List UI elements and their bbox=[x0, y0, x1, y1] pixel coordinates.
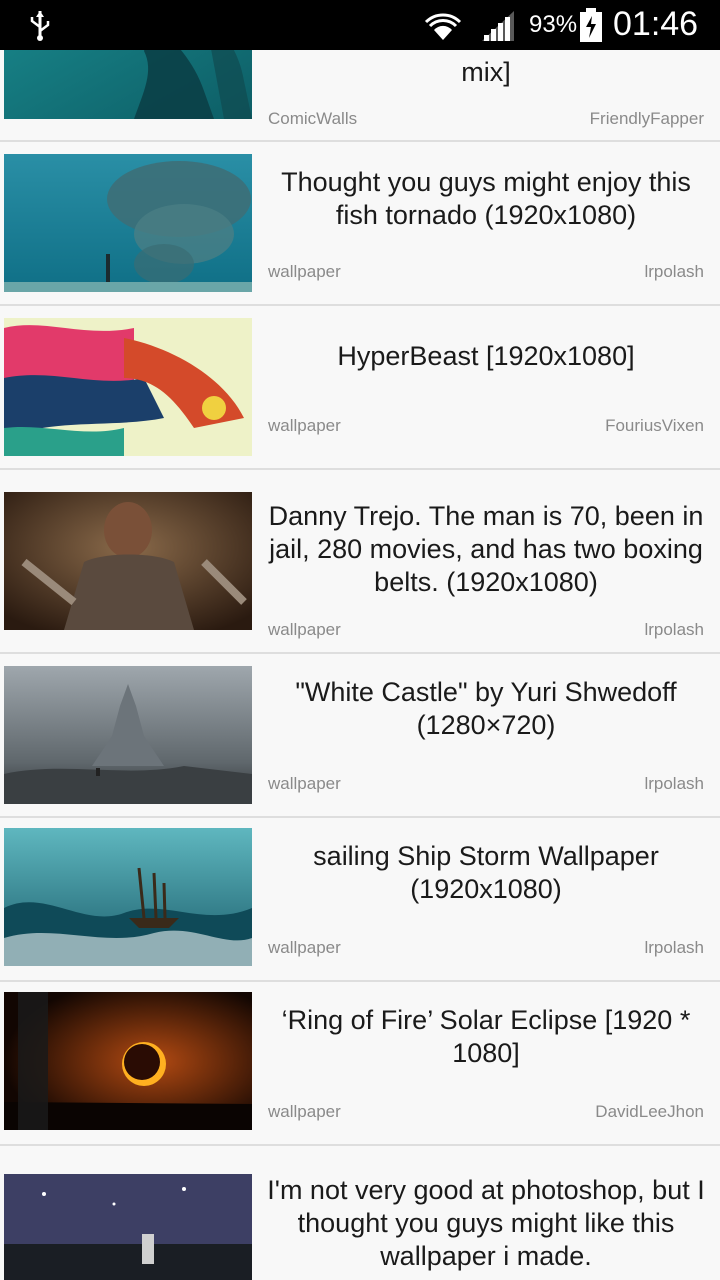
post-title[interactable]: sailing Ship Storm Wallpaper (1920x1080) bbox=[264, 840, 708, 906]
post-author[interactable]: FriendlyFapper bbox=[590, 109, 704, 129]
signal-icon bbox=[482, 11, 514, 41]
post-row[interactable]: Thought you guys might enjoy this fish t… bbox=[0, 142, 720, 306]
battery-percentage: 93% bbox=[529, 11, 578, 38]
battery-charging-icon bbox=[580, 8, 602, 42]
usb-icon bbox=[30, 11, 50, 41]
post-subreddit[interactable]: wallpaper bbox=[268, 620, 341, 640]
post-author[interactable]: lrpolash bbox=[644, 620, 704, 640]
post-author[interactable]: lrpolash bbox=[644, 938, 704, 958]
post-subreddit[interactable]: wallpaper bbox=[268, 416, 341, 436]
danny-trejo-thumbnail[interactable] bbox=[4, 492, 252, 630]
post-title[interactable]: ‘Ring of Fire’ Solar Eclipse [1920 * 108… bbox=[264, 1004, 708, 1070]
post-title[interactable]: Danny Trejo. The man is 70, been in jail… bbox=[264, 500, 708, 599]
post-subreddit[interactable]: wallpaper bbox=[268, 938, 341, 958]
status-bar: 93% 01:46 bbox=[0, 0, 720, 50]
post-row[interactable]: I'm not very good at photoshop, but I th… bbox=[0, 1146, 720, 1280]
post-row[interactable]: ‘Ring of Fire’ Solar Eclipse [1920 * 108… bbox=[0, 982, 720, 1146]
post-title[interactable]: HyperBeast [1920x1080] bbox=[264, 340, 708, 373]
post-subreddit[interactable]: wallpaper bbox=[268, 1102, 341, 1122]
post-title[interactable]: "White Castle" by Yuri Shwedoff (1280×72… bbox=[264, 676, 708, 742]
sailing-ship-thumbnail[interactable] bbox=[4, 828, 252, 966]
hyperbeast-thumbnail[interactable] bbox=[4, 318, 252, 456]
post-title[interactable]: I'm not very good at photoshop, but I th… bbox=[264, 1174, 708, 1273]
post-row[interactable]: sailing Ship Storm Wallpaper (1920x1080)… bbox=[0, 818, 720, 982]
post-author[interactable]: DavidLeeJhon bbox=[595, 1102, 704, 1122]
post-title[interactable]: Thought you guys might enjoy this fish t… bbox=[264, 166, 708, 232]
post-row[interactable]: "White Castle" by Yuri Shwedoff (1280×72… bbox=[0, 654, 720, 818]
post-subreddit[interactable]: ComicWalls bbox=[268, 109, 357, 129]
fish-tornado-thumbnail[interactable] bbox=[4, 154, 252, 292]
space-crowd-thumbnail[interactable] bbox=[4, 1174, 252, 1280]
post-row[interactable]: HyperBeast [1920x1080] wallpaper Fourius… bbox=[0, 306, 720, 470]
solar-eclipse-thumbnail[interactable] bbox=[4, 992, 252, 1130]
white-castle-thumbnail[interactable] bbox=[4, 666, 252, 804]
post-subreddit[interactable]: wallpaper bbox=[268, 774, 341, 794]
clock: 01:46 bbox=[613, 5, 699, 43]
post-title[interactable]: mix] bbox=[264, 56, 708, 89]
wifi-icon bbox=[424, 13, 462, 40]
post-author[interactable]: lrpolash bbox=[644, 262, 704, 282]
post-author[interactable]: lrpolash bbox=[644, 774, 704, 794]
post-author[interactable]: FouriusVixen bbox=[605, 416, 704, 436]
post-row[interactable]: Danny Trejo. The man is 70, been in jail… bbox=[0, 470, 720, 654]
post-subreddit[interactable]: wallpaper bbox=[268, 262, 341, 282]
